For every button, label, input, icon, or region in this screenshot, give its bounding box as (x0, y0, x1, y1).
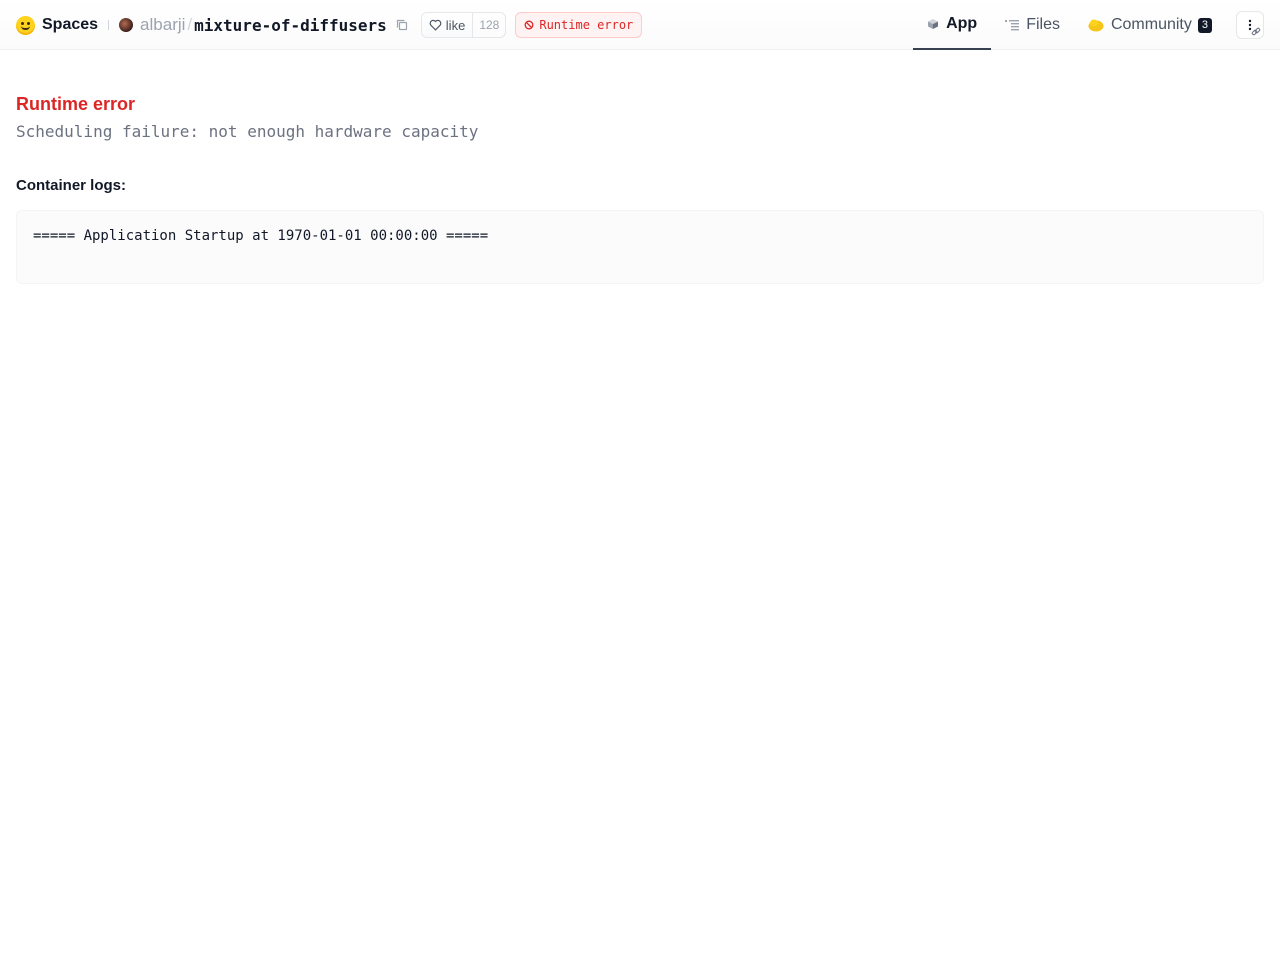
container-logs[interactable]: ===== Application Startup at 1970-01-01 … (16, 210, 1264, 284)
brand-label: Spaces (42, 16, 99, 33)
repo-name-link[interactable]: mixture-of-diffusers (194, 16, 387, 35)
header-left: Spaces albarji / mixture-of-diffusers li… (16, 0, 643, 50)
error-message: Scheduling failure: not enough hardware … (16, 122, 479, 141)
tab-community[interactable]: Community 3 (1074, 0, 1226, 50)
hugging-face-logo-icon (16, 15, 35, 35)
tab-app[interactable]: App (913, 0, 992, 50)
logs-label: Container logs: (16, 177, 127, 194)
link-icon (1251, 27, 1261, 36)
status-badge[interactable]: Runtime error (515, 12, 643, 38)
files-icon (1005, 19, 1020, 31)
cube-icon (927, 18, 939, 30)
path-separator: / (187, 15, 193, 34)
like-label: like (445, 17, 466, 33)
community-icon (1088, 18, 1104, 32)
error-icon (524, 20, 534, 30)
tab-files-label: Files (1026, 16, 1060, 33)
tab-community-label: Community (1110, 16, 1192, 33)
tab-files[interactable]: Files (991, 0, 1074, 50)
owner-avatar[interactable] (119, 18, 134, 32)
owner-link[interactable]: albarji (140, 15, 185, 35)
header-right: App Files Community 3 (913, 0, 1264, 50)
like-widget: like 128 (420, 12, 507, 38)
community-count-badge: 3 (1197, 17, 1212, 33)
copy-icon[interactable] (395, 18, 409, 32)
main-content: Runtime error Scheduling failure: not en… (16, 90, 1264, 284)
heart-icon (429, 19, 442, 31)
like-count[interactable]: 128 (472, 13, 505, 37)
like-button[interactable]: like (421, 13, 473, 37)
log-line: ===== Application Startup at 1970-01-01 … (33, 228, 489, 244)
more-options-button[interactable] (1236, 11, 1264, 39)
error-title: Runtime error (16, 94, 136, 114)
status-label: Runtime error (539, 18, 634, 32)
top-header: Spaces albarji / mixture-of-diffusers li… (0, 0, 1280, 50)
tab-app-label: App (946, 15, 978, 32)
spaces-home-link[interactable]: Spaces (16, 15, 99, 35)
header-divider (108, 20, 110, 30)
